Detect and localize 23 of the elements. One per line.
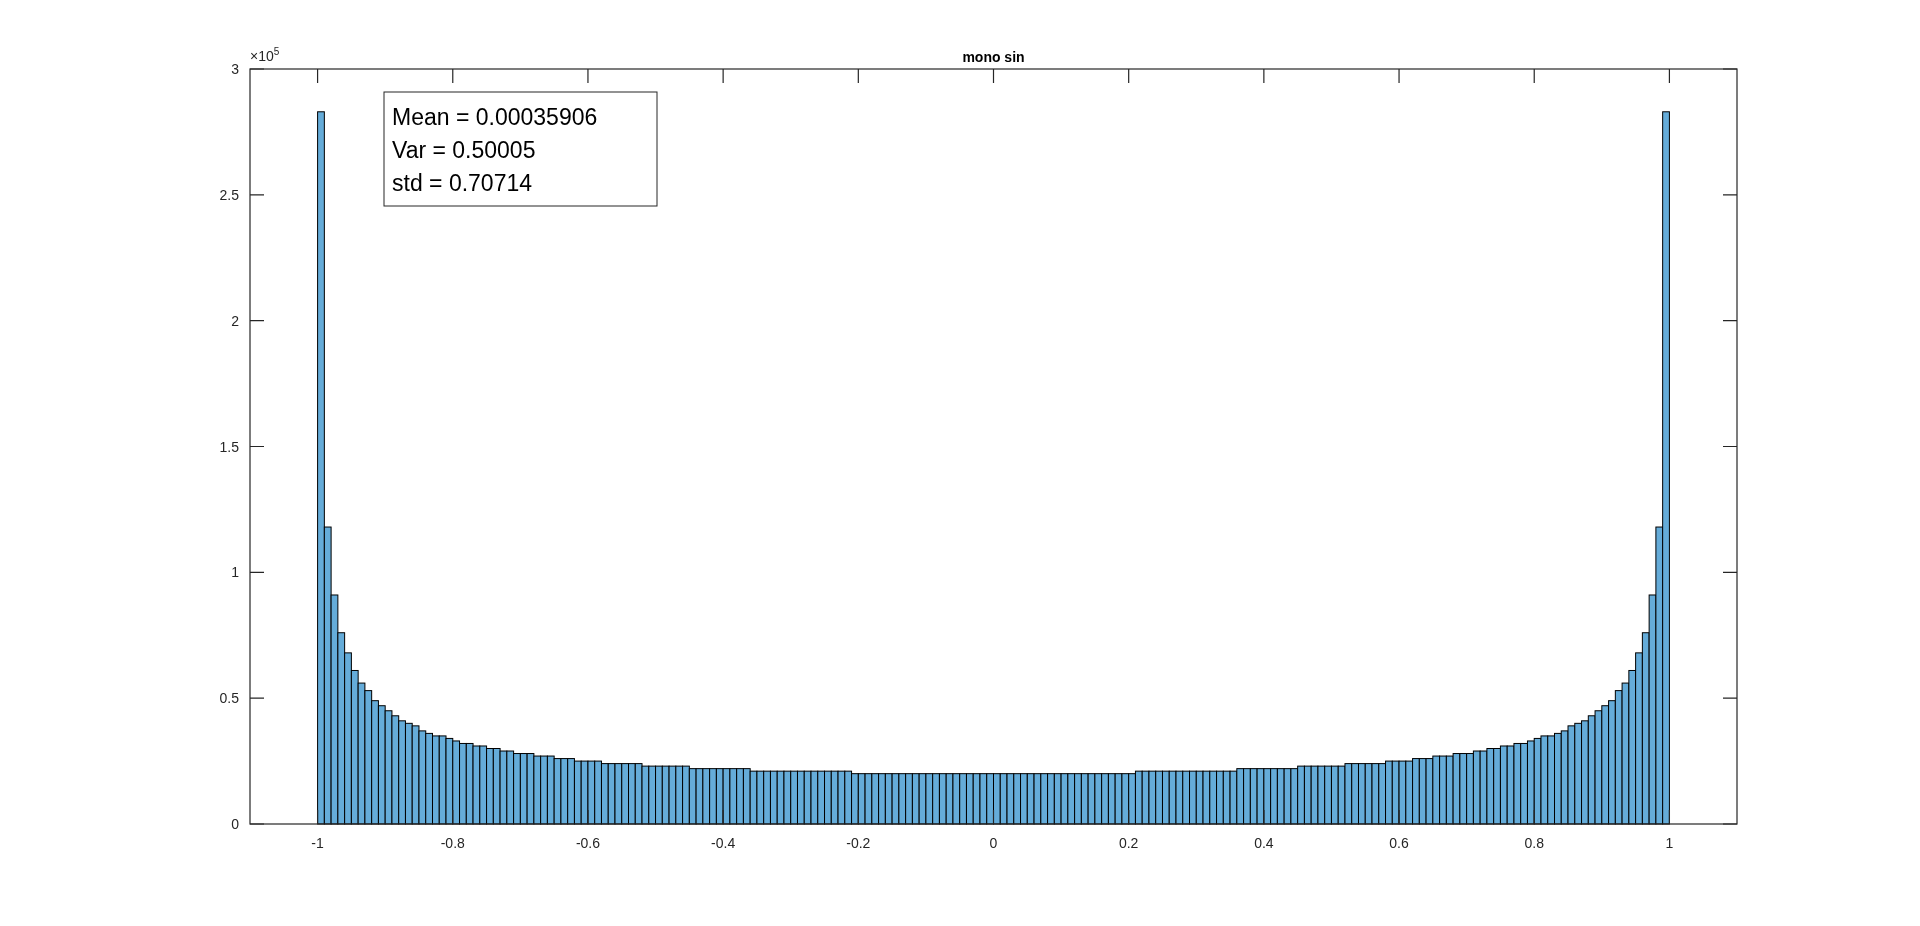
y-tick-label: 0.5: [219, 690, 239, 707]
x-tick-label: 0.4: [1254, 835, 1274, 851]
y-tick-label: 3: [231, 61, 239, 77]
x-tick-label: -0.2: [846, 835, 871, 851]
x-tick-label: -0.6: [575, 835, 600, 851]
x-tick-label: 0.8: [1524, 835, 1544, 851]
x-tick-label: -0.4: [711, 835, 736, 851]
x-tick-label: 0.6: [1389, 835, 1409, 851]
stats-text: Mean = 0.00035906: [392, 104, 598, 130]
y-tick-label: 0: [231, 816, 239, 832]
x-tick-label: 0: [989, 835, 998, 851]
y-tick-label: 1: [231, 564, 239, 581]
stats-text: std = 0.70714: [392, 170, 533, 196]
x-tick-label: 1: [1665, 835, 1674, 851]
x-tick-label: -0.8: [440, 835, 465, 851]
x-tick-label: -1: [311, 835, 324, 851]
y-tick-label: 2: [231, 312, 239, 329]
y-tick-label: 2.5: [219, 186, 239, 203]
y-exponent-label: ×10$^{5}$: [250, 46, 280, 64]
y-tick-label: 1.5: [219, 438, 239, 455]
stats-text: Var = 0.50005: [392, 137, 536, 163]
chart-title: mono sin: [962, 49, 1025, 65]
x-tick-label: 0.2: [1118, 835, 1139, 851]
